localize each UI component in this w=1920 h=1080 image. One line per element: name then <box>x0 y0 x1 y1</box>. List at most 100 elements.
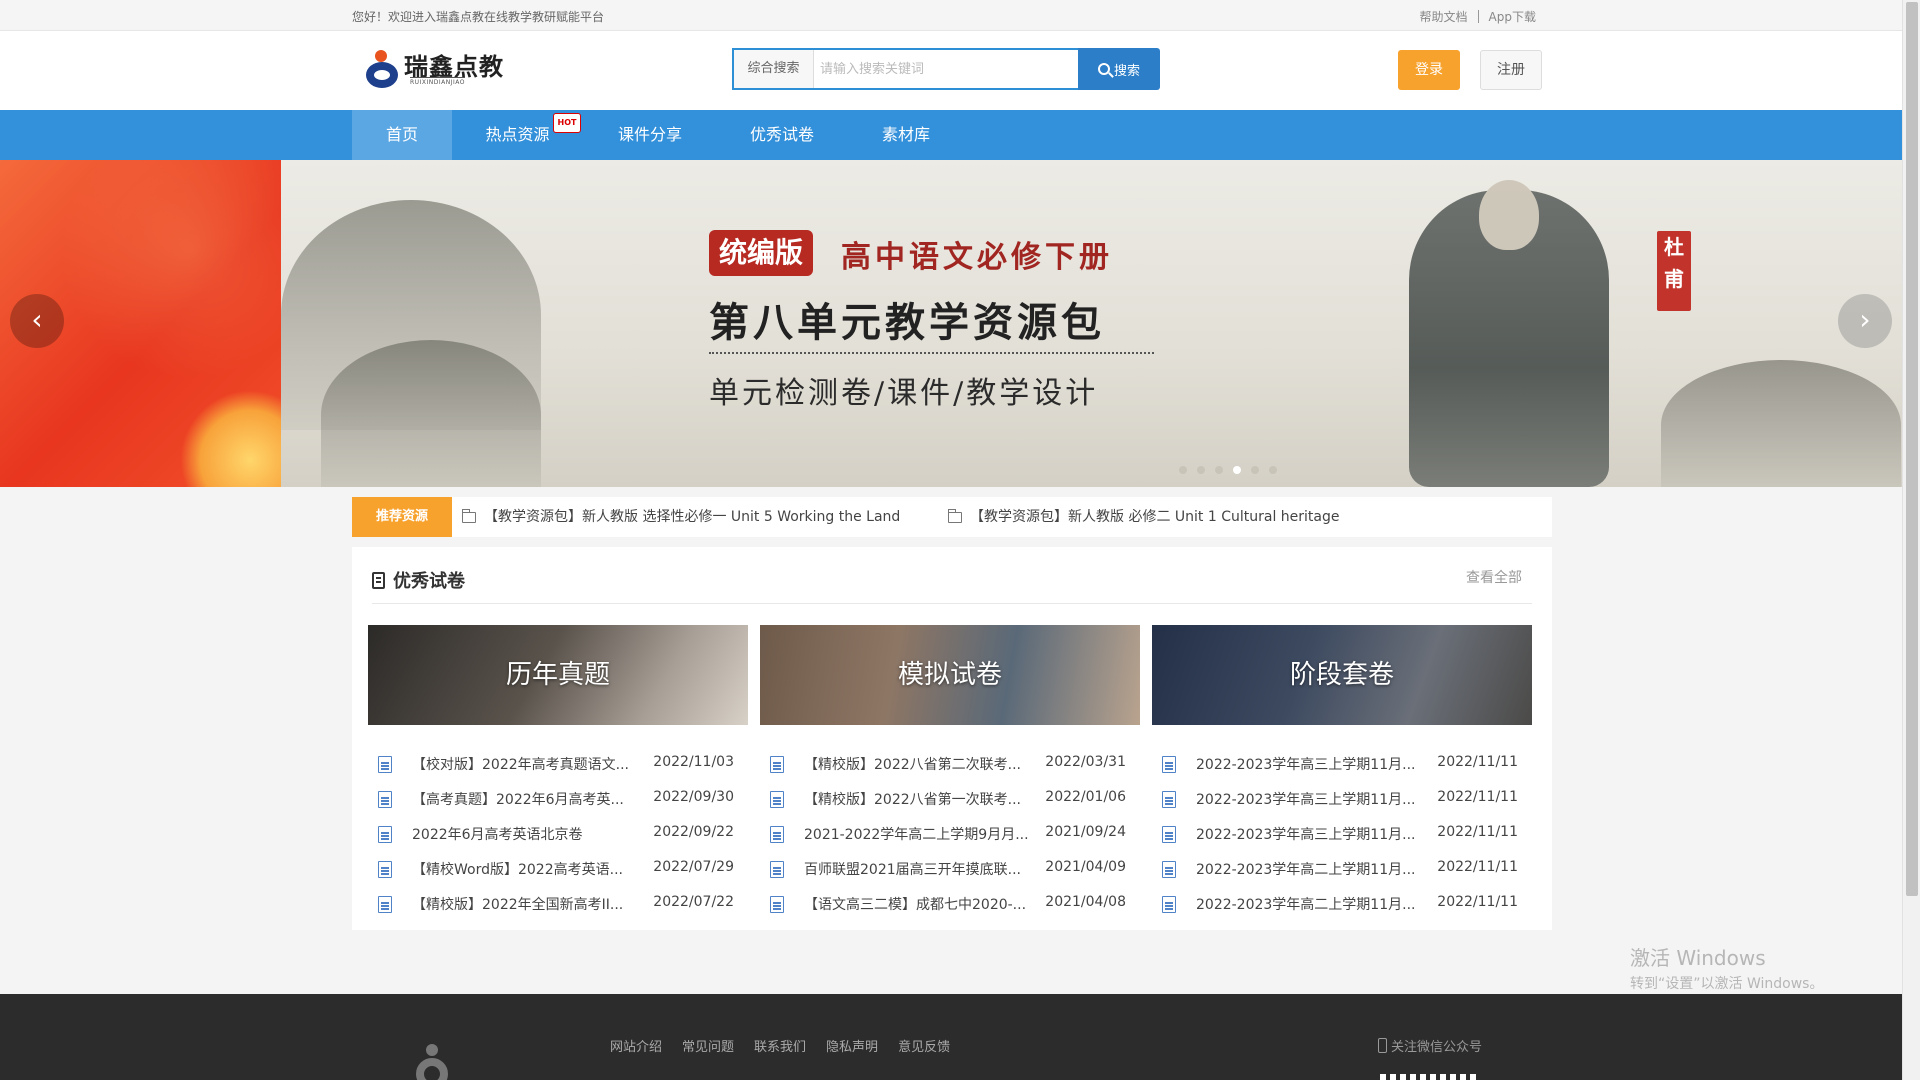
nav-item-home[interactable]: 首页 <box>352 110 452 160</box>
banner-heading: 高中语文必修下册 <box>841 240 1113 275</box>
document-icon <box>1162 756 1176 773</box>
file-date: 2022/11/11 <box>1437 859 1518 875</box>
carousel-next-button[interactable]: › <box>1838 294 1892 348</box>
category-card-past-exams[interactable]: 历年真题 <box>368 625 748 725</box>
file-title[interactable]: 【语文高三二模】成都七中2020-... <box>804 894 1030 914</box>
document-icon <box>1162 791 1176 808</box>
carousel-dot[interactable] <box>1233 466 1241 474</box>
app-download-link[interactable]: App下载 <box>1489 8 1536 25</box>
carousel-dot[interactable] <box>1269 466 1277 474</box>
nav-item-exam-papers[interactable]: 优秀试卷 <box>737 110 827 160</box>
nav-item-hot-resources[interactable]: 热点资源 <box>475 110 560 160</box>
file-title[interactable]: 2022-2023学年高三上学期11月... <box>1196 789 1422 809</box>
file-title[interactable]: 【高考真题】2022年6月高考英... <box>412 789 638 809</box>
poet-seal: 杜甫 <box>1657 231 1691 311</box>
search-input[interactable] <box>814 50 1078 88</box>
file-date: 2022/11/11 <box>1437 894 1518 910</box>
login-button[interactable]: 登录 <box>1398 50 1460 90</box>
file-title[interactable]: 【精校版】2022年全国新高考II... <box>412 894 638 914</box>
footer-link-contact[interactable]: 联系我们 <box>754 1036 806 1055</box>
site-logo[interactable]: 瑞鑫点教 RUIXINDIANJIAO <box>362 47 512 93</box>
file-row[interactable]: 百师联盟2021届高三开年摸底联... 2021/04/09 <box>760 851 1140 886</box>
document-icon <box>1162 896 1176 913</box>
file-row[interactable]: 2022-2023学年高三上学期11月... 2022/11/11 <box>1152 746 1532 781</box>
file-row[interactable]: 【精校Word版】2022高考英语... 2022/07/29 <box>368 851 748 886</box>
file-row[interactable]: 2022-2023学年高二上学期11月... 2022/11/11 <box>1152 886 1532 921</box>
main-nav: 首页 热点资源 HOT 课件分享 优秀试卷 素材库 <box>0 110 1902 160</box>
file-title[interactable]: 百师联盟2021届高三开年摸底联... <box>804 859 1030 879</box>
search-button[interactable]: 搜索 <box>1078 48 1160 90</box>
carousel-prev-button[interactable]: ‹ <box>10 294 64 348</box>
file-row[interactable]: 【语文高三二模】成都七中2020-... 2021/04/08 <box>760 886 1140 921</box>
top-bar: 您好！欢迎进入瑞鑫点教在线教学教研赋能平台 帮助文档 App下载 <box>0 0 1902 31</box>
register-button[interactable]: 注册 <box>1480 50 1542 90</box>
file-row[interactable]: 【校对版】2022年高考真题语文... 2022/11/03 <box>368 746 748 781</box>
divider <box>1477 10 1479 23</box>
help-doc-link[interactable]: 帮助文档 <box>1420 8 1468 25</box>
file-title[interactable]: 2022-2023学年高二上学期11月... <box>1196 859 1422 879</box>
file-row[interactable]: 【精校版】2022年全国新高考II... 2022/07/22 <box>368 886 748 921</box>
hot-badge: HOT <box>553 113 581 133</box>
banner-title: 第八单元教学资源包 <box>709 299 1105 346</box>
footer-link-faq[interactable]: 常见问题 <box>682 1036 734 1055</box>
file-title[interactable]: 2022-2023学年高二上学期11月... <box>1196 894 1422 914</box>
footer-link-about[interactable]: 网站介绍 <box>610 1036 662 1055</box>
wechat-follow[interactable]: 关注微信公众号 <box>1378 1036 1482 1055</box>
recommend-item[interactable]: 【教学资源包】新人教版 必修二 Unit 1 Cultural heritage <box>948 497 1339 537</box>
file-date: 2022/11/11 <box>1437 824 1518 840</box>
file-date: 2022/03/31 <box>1045 754 1126 770</box>
carousel-dot[interactable] <box>1215 466 1223 474</box>
category-card-stage-sets[interactable]: 阶段套卷 <box>1152 625 1532 725</box>
file-row[interactable]: 2022-2023学年高二上学期11月... 2022/11/11 <box>1152 851 1532 886</box>
banner-slide[interactable]: 杜甫 统编版 高中语文必修下册 第八单元教学资源包 单元检测卷/课件/教学设计 <box>281 160 1902 487</box>
file-row[interactable]: 2022-2023学年高三上学期11月... 2022/11/11 <box>1152 781 1532 816</box>
phone-icon <box>1378 1038 1387 1053</box>
recommend-item[interactable]: 【教学资源包】新人教版 选择性必修一 Unit 5 Working the La… <box>462 497 900 537</box>
panel-title: 优秀试卷 <box>372 567 465 593</box>
carousel-dot[interactable] <box>1179 466 1187 474</box>
banner-divider <box>709 352 1154 354</box>
footer-link-feedback[interactable]: 意见反馈 <box>898 1036 950 1055</box>
file-title[interactable]: 【精校版】2022八省第二次联考... <box>804 754 1030 774</box>
file-row[interactable]: 【高考真题】2022年6月高考英... 2022/09/30 <box>368 781 748 816</box>
file-date: 2022/09/30 <box>653 789 734 805</box>
carousel-dot[interactable] <box>1197 466 1205 474</box>
divider <box>372 603 1532 604</box>
file-title[interactable]: 2022-2023学年高三上学期11月... <box>1196 824 1422 844</box>
file-title[interactable]: 2022年6月高考英语北京卷 <box>412 824 638 844</box>
nav-item-courseware[interactable]: 课件分享 <box>605 110 695 160</box>
file-row[interactable]: 【精校版】2022八省第一次联考... 2022/01/06 <box>760 781 1140 816</box>
nav-item-materials[interactable]: 素材库 <box>866 110 946 160</box>
file-row[interactable]: 2022-2023学年高三上学期11月... 2022/11/11 <box>1152 816 1532 851</box>
banner-carousel[interactable]: 杜甫 统编版 高中语文必修下册 第八单元教学资源包 单元检测卷/课件/教学设计 … <box>0 160 1902 487</box>
file-list: 【校对版】2022年高考真题语文... 2022/11/03 【高考真题】2022年… <box>368 746 748 921</box>
document-icon <box>378 861 392 878</box>
file-date: 2021/04/09 <box>1045 859 1126 875</box>
footer-link-privacy[interactable]: 隐私声明 <box>826 1036 878 1055</box>
document-icon <box>378 896 392 913</box>
search-scope-select[interactable]: 综合搜索 <box>734 50 814 88</box>
page-scrollbar[interactable] <box>1902 0 1920 1080</box>
banner-tag: 统编版 <box>709 230 814 276</box>
file-row[interactable]: 2022年6月高考英语北京卷 2022/09/22 <box>368 816 748 851</box>
scrollbar-thumb[interactable] <box>1906 2 1918 896</box>
file-date: 2022/09/22 <box>653 824 734 840</box>
category-card-mock-exams[interactable]: 模拟试卷 <box>760 625 1140 725</box>
file-date: 2022/07/29 <box>653 859 734 875</box>
file-title[interactable]: 2022-2023学年高三上学期11月... <box>1196 754 1422 774</box>
file-date: 2022/01/06 <box>1045 789 1126 805</box>
file-title[interactable]: 【校对版】2022年高考真题语文... <box>412 754 638 774</box>
file-title[interactable]: 【精校版】2022八省第一次联考... <box>804 789 1030 809</box>
document-icon <box>378 826 392 843</box>
document-icon <box>770 826 784 843</box>
file-title[interactable]: 【精校Word版】2022高考英语... <box>412 859 638 879</box>
top-links: 帮助文档 App下载 <box>1420 8 1536 25</box>
carousel-dot[interactable] <box>1251 466 1259 474</box>
landscape-art <box>1661 360 1901 487</box>
file-row[interactable]: 【精校版】2022八省第二次联考... 2022/03/31 <box>760 746 1140 781</box>
file-title[interactable]: 2021-2022学年高二上学期9月月... <box>804 824 1030 844</box>
document-icon <box>378 791 392 808</box>
welcome-text: 您好！欢迎进入瑞鑫点教在线教学教研赋能平台 <box>352 10 605 24</box>
view-all-link[interactable]: 查看全部 <box>1466 567 1522 587</box>
file-row[interactable]: 2021-2022学年高二上学期9月月... 2021/09/24 <box>760 816 1140 851</box>
